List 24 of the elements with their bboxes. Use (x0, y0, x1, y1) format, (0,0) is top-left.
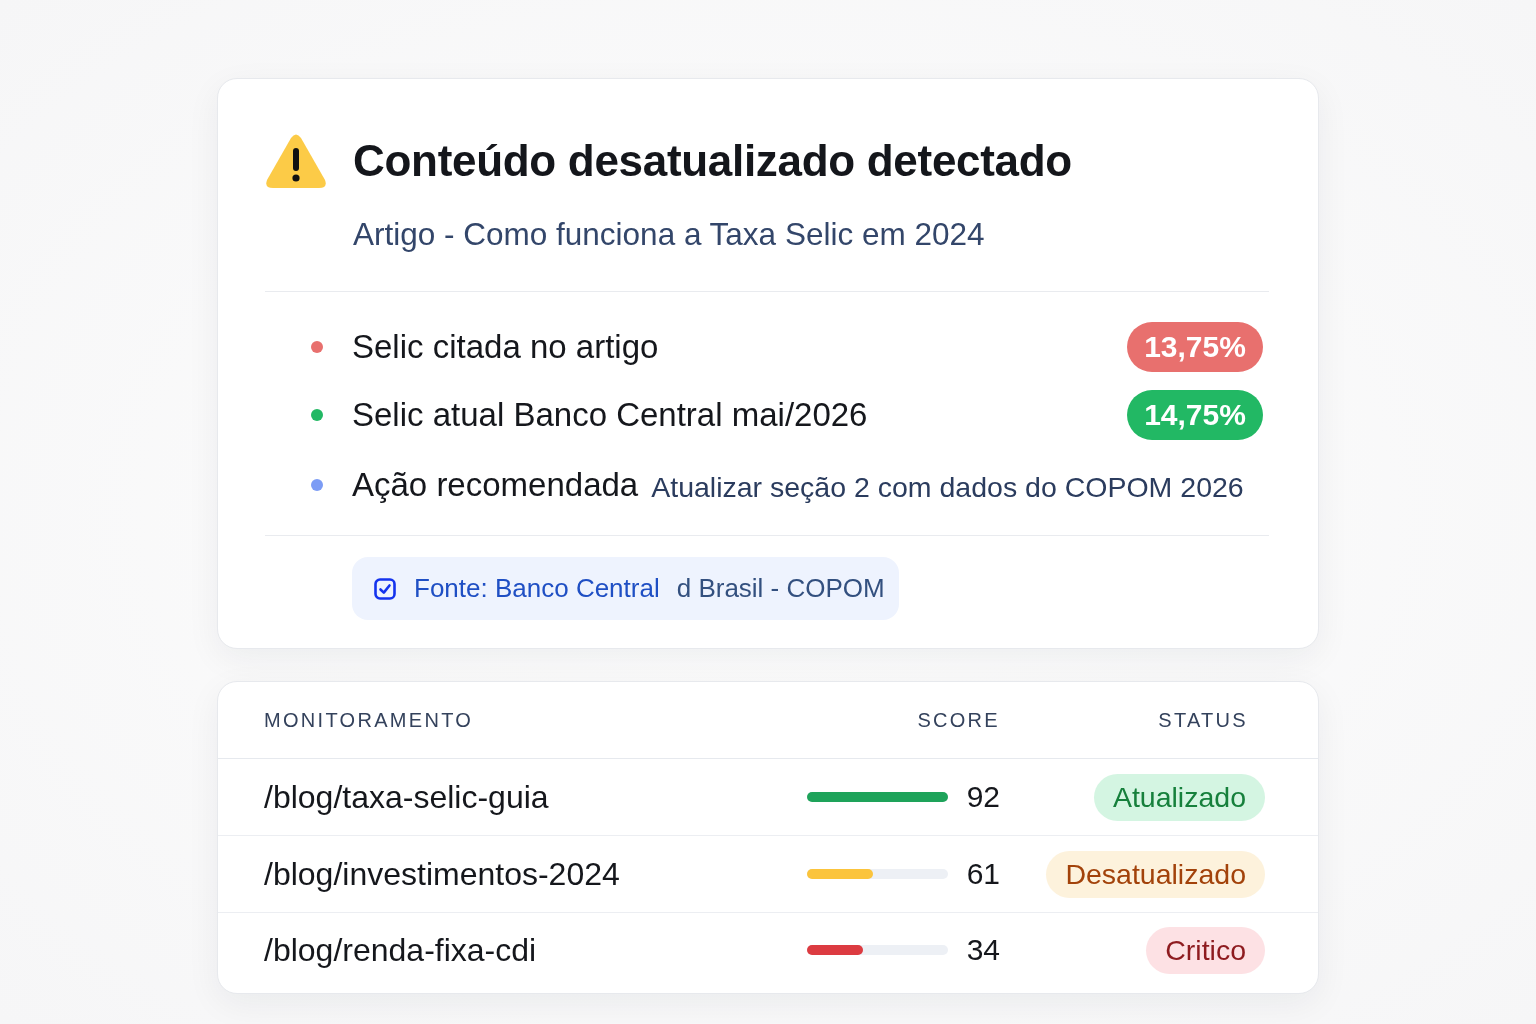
rate-badge: 13,75% (1127, 322, 1263, 372)
source-label: Fonte: Banco Central (414, 573, 660, 604)
score-value: 61 (966, 857, 1000, 891)
article-subtitle: Artigo - Como funciona a Taxa Selic em 2024 (353, 216, 986, 252)
page-path: /blog/investimentos-2024 (264, 855, 620, 893)
column-header: MONITORAMENTO (264, 708, 475, 732)
status-badge: Critico (1146, 926, 1265, 974)
score-value: 34 (966, 933, 1000, 967)
recommendation-text: Atualizar seção 2 com dados do COPOM 2026 (651, 470, 1244, 504)
status-badge: Atualizado (1093, 773, 1265, 821)
warning-icon (265, 133, 327, 189)
page-path: /blog/taxa-selic-guia (264, 778, 549, 816)
source-detail: d Brasil - COPOM (676, 573, 885, 604)
score-value: 92 (966, 780, 1000, 814)
status-badge: Desatualizado (1046, 850, 1265, 898)
checkbox-icon (374, 577, 396, 600)
column-header: SCORE (917, 708, 1000, 732)
column-header: STATUS (1158, 708, 1248, 732)
rate-badge: 14,75% (1127, 390, 1263, 440)
fact-label: Selic atual Banco Central mai/2026 (352, 396, 868, 434)
page-path: /blog/renda-fixa-cdi (264, 931, 537, 969)
fact-label: Selic citada no artigo (352, 328, 659, 366)
alert-title: Conteúdo desatualizado detectado (353, 135, 1072, 187)
fact-label: Ação recomendada (352, 466, 639, 504)
